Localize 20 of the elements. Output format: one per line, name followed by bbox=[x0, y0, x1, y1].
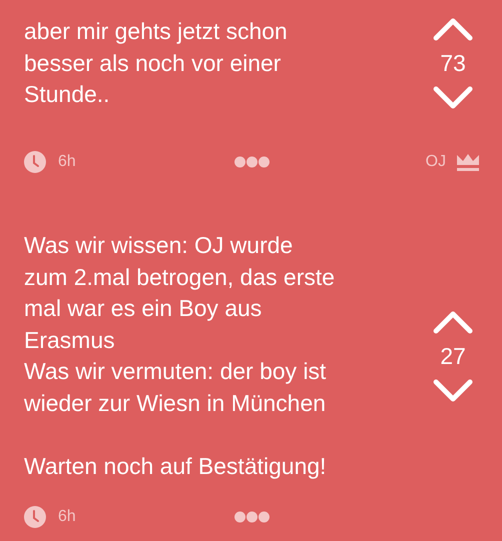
vote-count: 27 bbox=[440, 342, 466, 370]
post-time: 6h bbox=[58, 508, 76, 526]
more-options-icon[interactable] bbox=[234, 156, 270, 168]
downvote-button[interactable] bbox=[432, 85, 474, 111]
crown-icon bbox=[456, 152, 480, 172]
chevron-down-icon bbox=[432, 85, 474, 111]
vote-count: 73 bbox=[440, 50, 466, 77]
downvote-button[interactable] bbox=[432, 378, 474, 404]
post-text: aber mir gehts jetzt schon besser als noch vor einer Stunde.. bbox=[24, 17, 288, 110]
post-time: 6h bbox=[58, 153, 76, 171]
clock-icon bbox=[24, 151, 46, 173]
chevron-down-icon bbox=[432, 378, 474, 404]
clock-icon bbox=[24, 506, 46, 528]
author-label: OJ bbox=[426, 153, 446, 171]
post-text: Was wir wissen: OJ wurde zum 2.mal betrogen, das erste mal war es ein Boy aus Erasmus Was wir vermuten: der boy ist wieder zur Wiesn in München Warten noch auf Bestätigung! bbox=[24, 231, 336, 481]
upvote-button[interactable] bbox=[432, 16, 474, 42]
chevron-up-icon bbox=[432, 16, 474, 42]
chevron-up-icon bbox=[432, 308, 474, 334]
upvote-button[interactable] bbox=[432, 308, 474, 334]
more-options-icon[interactable] bbox=[234, 511, 270, 523]
